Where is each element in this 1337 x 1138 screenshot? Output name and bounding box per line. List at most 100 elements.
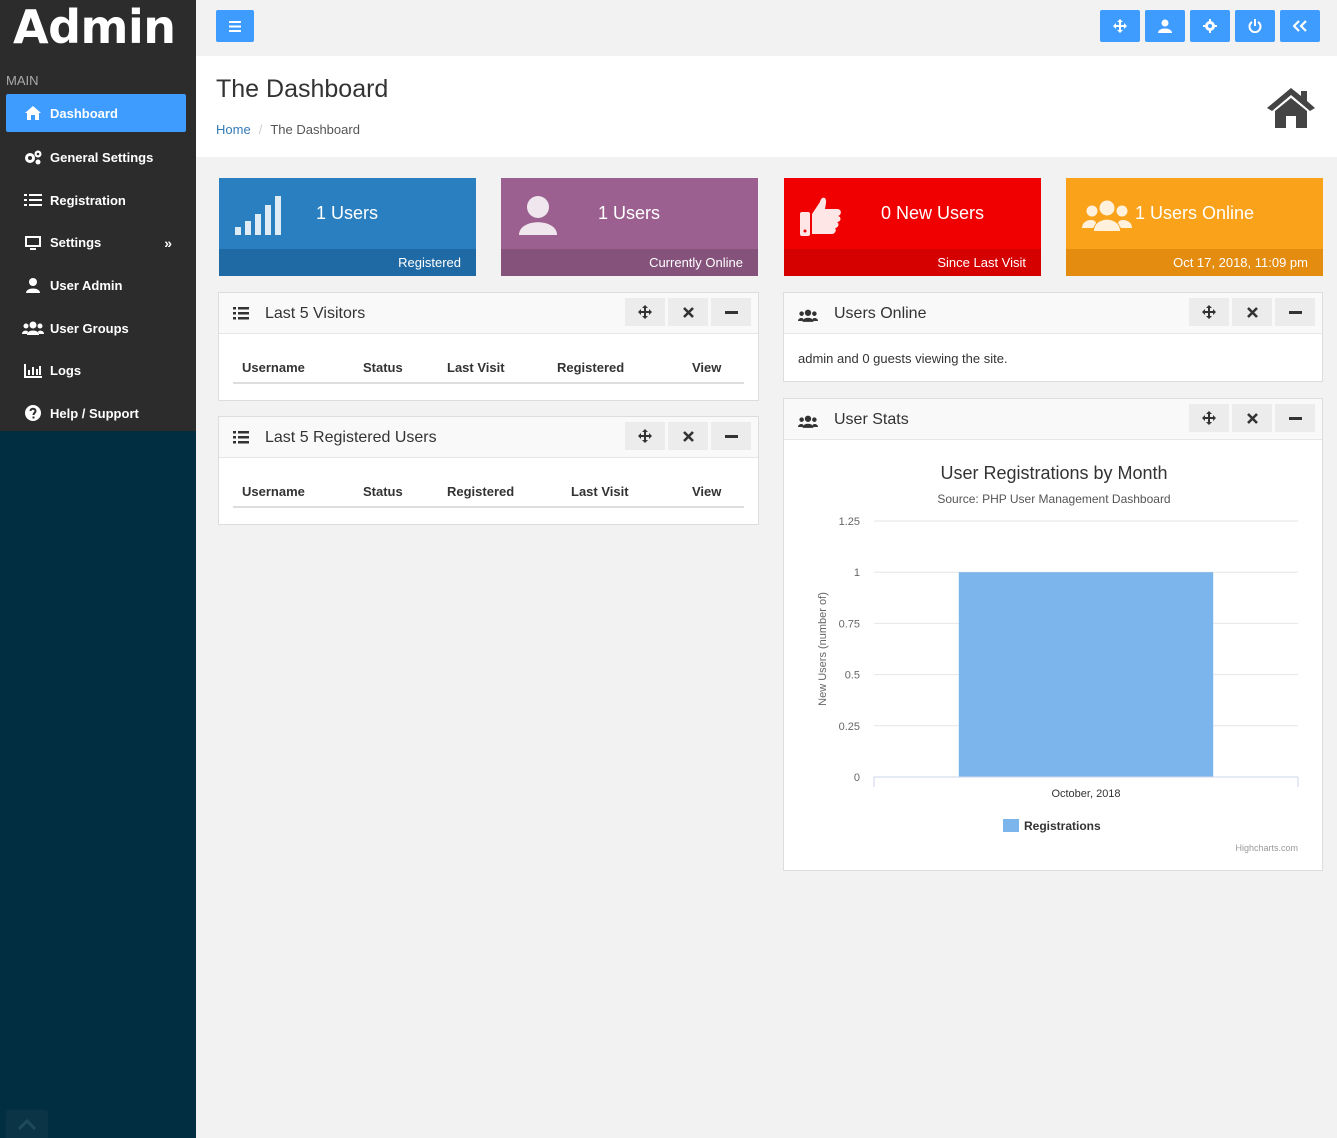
panel-collapse-button[interactable] — [711, 298, 751, 326]
chart-y-tick-label: 1 — [854, 567, 860, 579]
profile-button[interactable] — [1145, 10, 1185, 42]
panel-close-button[interactable] — [668, 298, 708, 326]
breadcrumb: Home / The Dashboard — [216, 122, 360, 137]
chart-credits[interactable]: Highcharts.com — [1235, 843, 1298, 853]
chart-y-tick-label: 0.75 — [839, 618, 860, 630]
breadcrumb-current: The Dashboard — [270, 122, 360, 137]
tile-value: 1 Users — [316, 203, 379, 223]
sidebar-item-help-support[interactable]: Help / Support — [6, 392, 186, 435]
power-icon — [1248, 19, 1262, 33]
menu-toggle-button[interactable] — [216, 10, 254, 42]
move-icon — [638, 429, 652, 443]
breadcrumb-separator: / — [258, 122, 263, 137]
chart-y-tick-label: 0.5 — [845, 670, 860, 682]
column-header[interactable]: Last Visit — [447, 360, 505, 375]
tile-footer: Oct 17, 2018, 11:09 pm — [1066, 249, 1323, 276]
chart-x-axis: October, 2018 — [873, 776, 1299, 800]
page-title: The Dashboard — [216, 75, 389, 103]
sidebar-item-settings[interactable]: Settings » — [6, 221, 186, 264]
minus-icon — [724, 310, 738, 314]
registrations-chart: User Registrations by Month Source: PHP … — [817, 463, 1299, 853]
user-icon — [1158, 19, 1172, 33]
sidebar-item-label: Logs — [50, 363, 82, 379]
sidebar-item-user-groups[interactable]: User Groups — [6, 307, 186, 350]
move-icon — [638, 305, 652, 319]
column-header[interactable]: Status — [363, 360, 403, 375]
panel-move-button[interactable] — [1189, 404, 1229, 432]
user-icon — [519, 196, 557, 235]
brand-logo[interactable]: Admin — [0, 0, 196, 56]
panel-user-stats: User Stats User Registrations by Month S… — [783, 398, 1323, 871]
monitor-icon — [22, 235, 44, 251]
chart-y-tick-label: 0 — [854, 772, 860, 784]
move-button[interactable] — [1100, 10, 1140, 42]
panel-collapse-button[interactable] — [1275, 298, 1315, 326]
column-header[interactable]: Registered — [447, 484, 514, 499]
move-icon — [1113, 19, 1127, 33]
stat-tile-online: 1 Users Currently Online — [501, 178, 758, 276]
sidebar-item-registration[interactable]: Registration — [6, 179, 186, 222]
sidebar-item-label: Help / Support — [50, 405, 139, 421]
panel-title: Last 5 Visitors — [265, 305, 366, 322]
close-icon — [1246, 306, 1258, 318]
panel-title: User Stats — [834, 411, 909, 428]
panel-collapse-button[interactable] — [711, 422, 751, 450]
user-icon — [22, 277, 44, 294]
chart-subtitle: Source: PHP User Management Dashboard — [937, 492, 1170, 506]
sidebar-item-general-settings[interactable]: General Settings — [6, 136, 186, 179]
panel-header: User Stats — [784, 399, 1322, 440]
panel-close-button[interactable] — [1232, 298, 1272, 326]
tile-footer: Since Last Visit — [784, 249, 1041, 276]
sidebar-item-logs[interactable]: Logs — [6, 349, 186, 392]
tile-value: 1 Users Online — [1135, 203, 1255, 223]
chart-x-tick-label: October, 2018 — [1051, 788, 1120, 800]
settings-button[interactable] — [1190, 10, 1230, 42]
tile-main: 1 Users Online — [1066, 178, 1323, 249]
tile-main: 1 Users — [501, 178, 758, 249]
menu-icon — [229, 20, 241, 32]
chevron-double-right-icon: » — [164, 234, 172, 251]
list-icon — [233, 431, 249, 444]
users-icon — [798, 415, 818, 428]
scroll-to-top-button[interactable] — [6, 1110, 48, 1138]
column-header[interactable]: View — [692, 360, 721, 375]
users-icon — [798, 309, 818, 322]
list-icon — [233, 307, 249, 320]
column-header[interactable]: Registered — [557, 360, 624, 375]
chart-legend[interactable]: Registrations — [1003, 819, 1101, 833]
page-header: The Dashboard Home / The Dashboard — [196, 56, 1337, 157]
signal-icon — [235, 196, 281, 235]
sidebar-item-dashboard[interactable]: Dashboard — [6, 94, 186, 132]
panel-collapse-button[interactable] — [1275, 404, 1315, 432]
panel-close-button[interactable] — [1232, 404, 1272, 432]
users-icon — [22, 321, 44, 336]
panel-header: Last 5 Visitors — [219, 293, 758, 334]
logout-button[interactable] — [1235, 10, 1275, 42]
stat-tile-registered: 1 Users Registered — [219, 178, 476, 276]
chart-bar — [958, 572, 1214, 777]
panel-move-button[interactable] — [625, 298, 665, 326]
tile-main: 1 Users — [219, 178, 476, 249]
column-header[interactable]: View — [692, 484, 721, 499]
sidebar-item-label: Dashboard — [50, 105, 118, 121]
column-header[interactable]: Last Visit — [571, 484, 629, 499]
sidebar: Admin MAIN Dashboard General Settings Re… — [0, 0, 196, 1138]
home-icon — [22, 105, 44, 121]
registered-table-header: Username Status Registered Last Visit Vi… — [233, 472, 744, 508]
panel-header: Users Online — [784, 293, 1322, 334]
breadcrumb-home-link[interactable]: Home — [216, 122, 251, 137]
question-icon — [22, 405, 44, 422]
stat-tile-new-users: 0 New Users Since Last Visit — [784, 178, 1041, 276]
panel-title: Last 5 Registered Users — [265, 429, 437, 446]
collapse-button[interactable] — [1280, 10, 1320, 42]
panel-close-button[interactable] — [668, 422, 708, 450]
column-header[interactable]: Username — [242, 360, 305, 375]
panel-last-visitors: Last 5 Visitors Username Status Last Vis… — [218, 292, 759, 401]
chevron-up-icon — [18, 1118, 36, 1130]
column-header[interactable]: Status — [363, 484, 403, 499]
sidebar-item-user-admin[interactable]: User Admin — [6, 264, 186, 307]
panel-move-button[interactable] — [1189, 298, 1229, 326]
sidebar-item-label: User Groups — [50, 320, 129, 336]
panel-move-button[interactable] — [625, 422, 665, 450]
column-header[interactable]: Username — [242, 484, 305, 499]
